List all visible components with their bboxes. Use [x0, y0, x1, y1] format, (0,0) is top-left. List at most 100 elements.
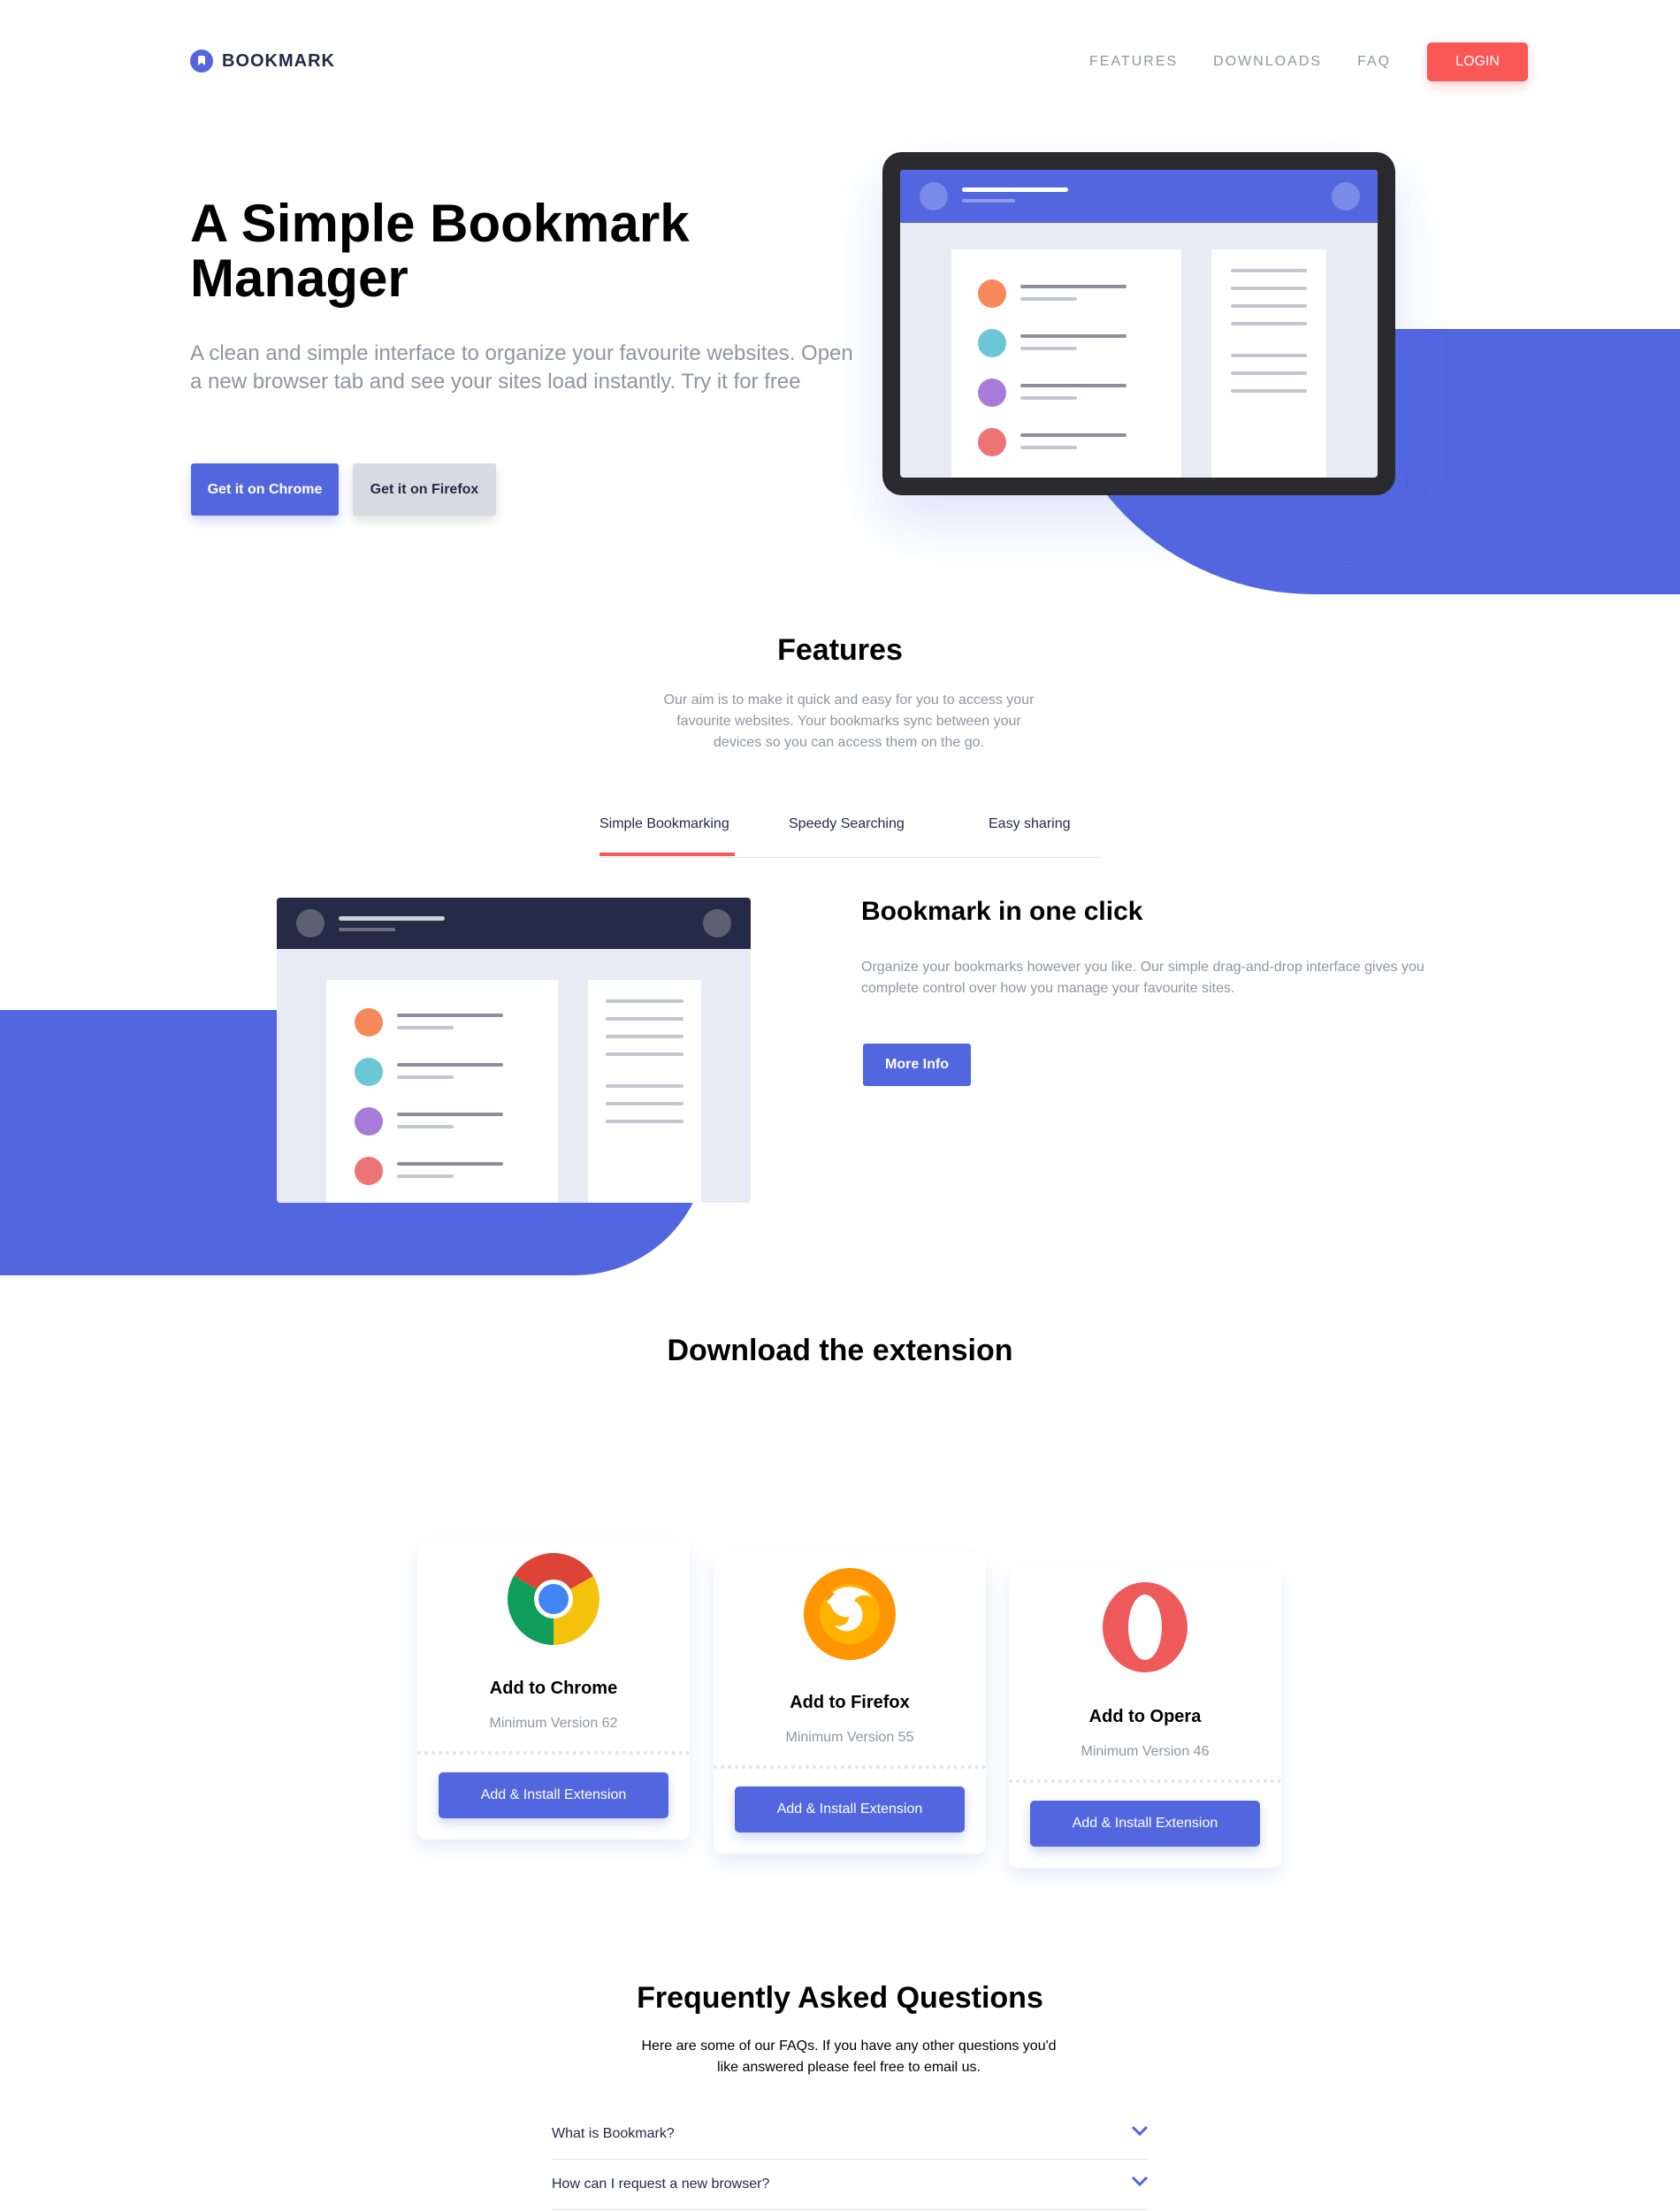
faq-item[interactable]: What is Bookmark?: [552, 2110, 1148, 2160]
card-title: Add to Chrome: [489, 1679, 618, 1698]
faq-item[interactable]: How can I request a new browser?: [552, 2161, 1148, 2210]
illustration-line: [606, 1120, 683, 1123]
more-info-button[interactable]: More Info: [863, 1044, 971, 1086]
illustration-list-panel: [326, 980, 558, 1203]
nav-downloads[interactable]: DOWNLOADS: [1213, 54, 1322, 70]
download-card-firefox: Add to Firefox Minimum Version 55 Add & …: [714, 1553, 986, 1854]
tab-simple-bookmarking[interactable]: Simple Bookmarking: [599, 816, 729, 832]
illustration-dot: [1332, 182, 1360, 210]
logo[interactable]: BOOKMARK: [190, 50, 335, 73]
logo-text: BOOKMARK: [222, 50, 335, 71]
card-divider: [417, 1751, 690, 1755]
illustration-dot: [978, 279, 1006, 308]
illustration-line: [1231, 287, 1307, 290]
illustration-line: [397, 1014, 503, 1017]
login-button[interactable]: LOGIN: [1427, 42, 1529, 81]
install-firefox-button[interactable]: Add & Install Extension: [735, 1786, 965, 1832]
get-firefox-button[interactable]: Get it on Firefox: [353, 463, 496, 516]
illustration-line: [397, 1075, 454, 1079]
card-divider: [714, 1765, 986, 1769]
main-nav: FEATURES DOWNLOADS FAQ LOGIN: [1089, 42, 1529, 81]
illustration-list-panel: [951, 249, 1181, 478]
faq-question: What is Bookmark?: [552, 2126, 675, 2141]
illustration-line: [606, 1017, 683, 1021]
illustration-line: [397, 1162, 503, 1166]
download-card-chrome: Add to Chrome Minimum Version 62 Add & I…: [417, 1539, 690, 1840]
features-tabs: Simple Bookmarking Speedy Searching Easy…: [599, 812, 1102, 858]
faq-question: How can I request a new browser?: [552, 2177, 770, 2192]
illustration-side-panel: [1211, 249, 1326, 478]
illustration-line: [1231, 354, 1307, 357]
chevron-down-icon: [1132, 2177, 1148, 2187]
illustration-dot: [355, 1107, 383, 1136]
card-divider: [1009, 1779, 1281, 1783]
card-version: Minimum Version 62: [489, 1716, 618, 1731]
illustration-titlebar: [900, 170, 1378, 223]
card-title: Add to Opera: [1088, 1707, 1202, 1726]
tablet-screen: [900, 170, 1378, 478]
illustration-line: [397, 1113, 503, 1116]
illustration-line: [1231, 389, 1307, 393]
active-tab-indicator: [599, 853, 735, 856]
illustration-line: [962, 187, 1068, 192]
illustration-line: [1231, 269, 1307, 272]
get-chrome-button[interactable]: Get it on Chrome: [191, 463, 339, 516]
feature-body: Organize your bookmarks however you like…: [861, 960, 1424, 996]
chevron-down-icon: [1132, 2126, 1148, 2137]
illustration-line: [397, 1063, 503, 1067]
illustration-line: [1020, 347, 1077, 350]
illustration-dot: [355, 1058, 383, 1086]
illustration-line: [1020, 433, 1126, 437]
illustration-dot: [978, 329, 1006, 357]
illustration-line: [339, 916, 445, 921]
illustration-line: [397, 1026, 454, 1029]
bookmark-icon: [190, 50, 213, 73]
nav-features[interactable]: FEATURES: [1089, 54, 1178, 70]
tab-easy-sharing[interactable]: Easy sharing: [989, 816, 1071, 832]
illustration-dot: [978, 379, 1006, 407]
illustration-line: [606, 999, 683, 1003]
illustration-line: [397, 1125, 454, 1128]
illustration-line: [606, 1035, 683, 1038]
illustration-titlebar: [277, 898, 751, 949]
illustration-dot: [355, 1008, 383, 1037]
download-card-opera: Add to Opera Minimum Version 46 Add & In…: [1009, 1567, 1281, 1868]
download-title: Download the extension: [667, 1334, 1013, 1367]
illustration-line: [1231, 322, 1307, 325]
nav-faq[interactable]: FAQ: [1357, 54, 1391, 70]
hero-illustration: [882, 152, 1395, 495]
card-version: Minimum Version 55: [785, 1730, 914, 1745]
faq-description: Here are some of our FAQs. If you have a…: [641, 2039, 1057, 2075]
feature-heading: Bookmark in one click: [861, 897, 1143, 926]
faq-title: Frequently Asked Questions: [637, 1981, 1043, 2015]
features-description: Our aim is to make it quick and easy for…: [663, 692, 1035, 750]
illustration-line: [1231, 304, 1307, 308]
opera-icon: [1103, 1582, 1187, 1672]
illustration-line: [1020, 446, 1077, 449]
illustration-line: [339, 928, 395, 931]
illustration-line: [962, 199, 1015, 203]
install-opera-button[interactable]: Add & Install Extension: [1030, 1801, 1260, 1847]
illustration-avatar: [920, 182, 948, 210]
tab-speedy-searching[interactable]: Speedy Searching: [789, 816, 905, 832]
illustration-avatar: [296, 909, 325, 937]
illustration-line: [606, 1102, 683, 1106]
hero-subtitle: A clean and simple interface to organize…: [190, 341, 853, 394]
illustration-line: [1020, 297, 1077, 301]
firefox-icon: [804, 1568, 896, 1660]
illustration-side-panel: [588, 980, 701, 1203]
illustration-line: [606, 1084, 683, 1088]
illustration-line: [1020, 334, 1126, 338]
illustration-line: [1231, 371, 1307, 375]
features-title: Features: [777, 633, 903, 667]
feature-illustration: [277, 898, 751, 1203]
chrome-icon: [508, 1553, 599, 1645]
illustration-dot: [978, 428, 1006, 456]
card-title: Add to Firefox: [790, 1693, 910, 1712]
hero-title: A Simple Bookmark Manager: [190, 194, 690, 308]
install-chrome-button[interactable]: Add & Install Extension: [439, 1772, 668, 1818]
illustration-line: [397, 1174, 454, 1178]
illustration-dot: [355, 1157, 383, 1185]
illustration-line: [606, 1052, 683, 1056]
illustration-line: [1020, 396, 1077, 400]
